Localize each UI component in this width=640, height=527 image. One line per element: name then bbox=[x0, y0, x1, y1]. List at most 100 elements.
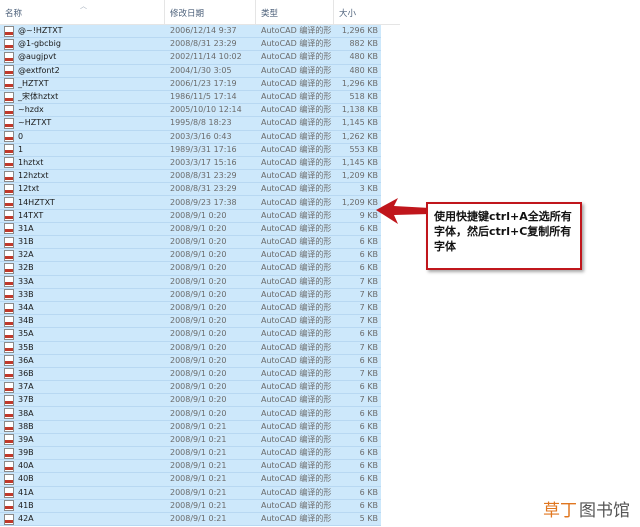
file-name: _宋体hztxt bbox=[18, 92, 59, 102]
file-row[interactable]: 38B 2008/9/1 0:21 AutoCAD 编译的形 6 KB bbox=[0, 420, 381, 434]
file-size: 6 KB bbox=[359, 250, 378, 260]
file-row[interactable]: 37A 2008/9/1 0:20 AutoCAD 编译的形 6 KB bbox=[0, 381, 381, 395]
file-date: 2008/8/31 23:29 bbox=[170, 39, 237, 49]
column-header-type[interactable]: 类型 bbox=[256, 0, 334, 25]
column-header-date[interactable]: 修改日期 bbox=[165, 0, 256, 25]
shx-file-icon bbox=[0, 170, 17, 182]
column-header-bar: 名称 ︿ 修改日期 类型 大小 bbox=[0, 0, 400, 25]
file-row[interactable]: 12txt 2008/8/31 23:29 AutoCAD 编译的形 3 KB bbox=[0, 183, 381, 197]
file-date: 2008/8/31 23:29 bbox=[170, 184, 237, 194]
file-type: AutoCAD 编译的形 bbox=[261, 487, 332, 497]
file-date: 2008/9/1 0:21 bbox=[170, 434, 227, 444]
sort-up-icon: ︿ bbox=[80, 2, 87, 10]
file-row[interactable]: @augjpvt 2002/11/14 10:02 AutoCAD 编译的形 480 … bbox=[0, 51, 381, 65]
file-row[interactable]: 32B 2008/9/1 0:20 AutoCAD 编译的形 6 KB bbox=[0, 262, 381, 276]
file-row[interactable]: 39B 2008/9/1 0:21 AutoCAD 编译的形 6 KB bbox=[0, 447, 381, 461]
file-row[interactable]: 0 2003/3/16 0:43 AutoCAD 编译的形 1,262 KB bbox=[0, 130, 381, 144]
file-row[interactable]: 1 1989/3/31 17:16 AutoCAD 编译的形 553 KB bbox=[0, 143, 381, 157]
file-type: AutoCAD 编译的形 bbox=[261, 382, 332, 392]
file-size: 7 KB bbox=[359, 342, 378, 352]
file-size: 6 KB bbox=[359, 382, 378, 392]
shx-file-icon bbox=[0, 38, 17, 50]
shx-file-icon bbox=[0, 276, 17, 288]
file-row[interactable]: 14HZTXT 2008/9/23 17:38 AutoCAD 编译的形 1,209 … bbox=[0, 196, 381, 210]
file-row[interactable]: 35B 2008/9/1 0:20 AutoCAD 编译的形 7 KB bbox=[0, 341, 381, 355]
shx-file-icon bbox=[0, 197, 17, 209]
file-type: AutoCAD 编译的形 bbox=[261, 368, 332, 378]
file-row[interactable]: _宋体hztxt 1986/11/5 17:14 AutoCAD 编译的形 518 K… bbox=[0, 90, 381, 105]
shx-file-icon bbox=[0, 65, 17, 77]
file-date: 2008/8/31 23:29 bbox=[170, 171, 237, 181]
file-row[interactable]: 33A 2008/9/1 0:20 AutoCAD 编译的形 7 KB bbox=[0, 275, 381, 289]
file-row[interactable]: @extfont2 2004/1/30 3:05 AutoCAD 编译的形 480 K… bbox=[0, 64, 381, 78]
file-row[interactable]: 34A 2008/9/1 0:20 AutoCAD 编译的形 7 KB bbox=[0, 301, 381, 316]
file-row[interactable]: 35A 2008/9/1 0:20 AutoCAD 编译的形 6 KB bbox=[0, 328, 381, 342]
file-size: 6 KB bbox=[359, 329, 378, 339]
file-name: 32A bbox=[18, 250, 34, 260]
shx-file-icon bbox=[0, 78, 17, 90]
file-date: 2008/9/1 0:21 bbox=[170, 500, 227, 510]
file-row[interactable]: 14TXT 2008/9/1 0:20 AutoCAD 编译的形 9 KB bbox=[0, 209, 381, 223]
shx-file-icon bbox=[0, 262, 17, 274]
file-date: 2005/10/10 12:14 bbox=[170, 105, 242, 115]
file-row[interactable]: ~hzdx 2005/10/10 12:14 AutoCAD 编译的形 1,138 K… bbox=[0, 104, 381, 118]
file-size: 1,145 KB bbox=[341, 157, 378, 167]
file-date: 2008/9/1 0:20 bbox=[170, 250, 227, 260]
file-row[interactable]: 40B 2008/9/1 0:21 AutoCAD 编译的形 6 KB bbox=[0, 473, 381, 487]
file-list: @~!HZTXT 2006/12/14 9:37 AutoCAD 编译的形 1,296… bbox=[0, 25, 390, 527]
file-row[interactable]: 33B 2008/9/1 0:20 AutoCAD 编译的形 7 KB bbox=[0, 288, 381, 302]
file-row[interactable]: 31A 2008/9/1 0:20 AutoCAD 编译的形 6 KB bbox=[0, 222, 381, 236]
file-name: 33B bbox=[18, 289, 34, 299]
file-name: 37A bbox=[18, 382, 34, 392]
file-row[interactable]: @~!HZTXT 2006/12/14 9:37 AutoCAD 编译的形 1,296… bbox=[0, 25, 381, 39]
file-size: 6 KB bbox=[359, 421, 378, 431]
file-type: AutoCAD 编译的形 bbox=[261, 434, 332, 444]
file-type: AutoCAD 编译的形 bbox=[261, 514, 332, 524]
file-name: 42A bbox=[18, 514, 34, 524]
file-type: AutoCAD 编译的形 bbox=[261, 39, 332, 49]
file-row[interactable]: 12hztxt 2008/8/31 23:29 AutoCAD 编译的形 1,209 … bbox=[0, 170, 381, 184]
file-row[interactable]: 37B 2008/9/1 0:20 AutoCAD 编译的形 7 KB bbox=[0, 394, 381, 408]
file-size: 480 KB bbox=[349, 65, 378, 75]
file-size: 5 KB bbox=[359, 514, 378, 524]
file-name: 14TXT bbox=[18, 210, 44, 220]
shx-file-icon bbox=[0, 408, 17, 420]
file-row[interactable]: 32A 2008/9/1 0:20 AutoCAD 编译的形 6 KB bbox=[0, 249, 381, 263]
file-row[interactable]: @1-gbcbig 2008/8/31 23:29 AutoCAD 编译的形 882 … bbox=[0, 38, 381, 52]
file-size: 1,209 KB bbox=[341, 197, 378, 207]
file-date: 2008/9/1 0:20 bbox=[170, 329, 227, 339]
file-row[interactable]: ~HZTXT 1995/8/8 18:23 AutoCAD 编译的形 1,145 KB bbox=[0, 117, 381, 131]
column-header-size[interactable]: 大小 bbox=[334, 0, 381, 25]
file-date: 2008/9/1 0:20 bbox=[170, 316, 227, 326]
file-date: 2003/3/17 15:16 bbox=[170, 157, 237, 167]
file-type: AutoCAD 编译的形 bbox=[261, 263, 332, 273]
file-date: 2008/9/23 17:38 bbox=[170, 197, 237, 207]
file-date: 2008/9/1 0:21 bbox=[170, 461, 227, 471]
file-row[interactable]: 40A 2008/9/1 0:21 AutoCAD 编译的形 6 KB bbox=[0, 460, 381, 474]
file-row[interactable]: 36B 2008/9/1 0:20 AutoCAD 编译的形 7 KB bbox=[0, 367, 381, 382]
file-row[interactable]: 36A 2008/9/1 0:20 AutoCAD 编译的形 6 KB bbox=[0, 354, 381, 368]
file-name: 31A bbox=[18, 223, 34, 233]
file-row[interactable]: 34B 2008/9/1 0:20 AutoCAD 编译的形 7 KB bbox=[0, 315, 381, 329]
file-type: AutoCAD 编译的形 bbox=[261, 144, 332, 154]
file-size: 7 KB bbox=[359, 303, 378, 313]
file-row[interactable]: 39A 2008/9/1 0:21 AutoCAD 编译的形 6 KB bbox=[0, 433, 381, 447]
file-name: @extfont2 bbox=[18, 65, 60, 75]
file-row[interactable]: 41B 2008/9/1 0:21 AutoCAD 编译的形 6 KB bbox=[0, 499, 381, 513]
file-row[interactable]: 31B 2008/9/1 0:20 AutoCAD 编译的形 6 KB bbox=[0, 236, 381, 250]
file-name: ~hzdx bbox=[18, 105, 44, 115]
shx-file-icon bbox=[0, 157, 17, 169]
file-size: 6 KB bbox=[359, 434, 378, 444]
file-row[interactable]: 1hztxt 2003/3/17 15:16 AutoCAD 编译的形 1,145 K… bbox=[0, 156, 381, 171]
file-date: 2006/12/14 9:37 bbox=[170, 26, 237, 36]
file-size: 882 KB bbox=[349, 39, 378, 49]
file-row[interactable]: 38A 2008/9/1 0:20 AutoCAD 编译的形 6 KB bbox=[0, 407, 381, 421]
file-row[interactable]: 41A 2008/9/1 0:21 AutoCAD 编译的形 6 KB bbox=[0, 486, 381, 500]
file-name: 34B bbox=[18, 316, 34, 326]
file-name: 40A bbox=[18, 461, 34, 471]
file-row[interactable]: 42A 2008/9/1 0:21 AutoCAD 编译的形 5 KB bbox=[0, 512, 381, 527]
file-name: 36B bbox=[18, 368, 34, 378]
file-row[interactable]: _HZTXT 2006/1/23 17:19 AutoCAD 编译的形 1,296 K… bbox=[0, 77, 381, 91]
file-size: 6 KB bbox=[359, 448, 378, 458]
column-header-name[interactable]: 名称 ︿ bbox=[0, 0, 165, 25]
